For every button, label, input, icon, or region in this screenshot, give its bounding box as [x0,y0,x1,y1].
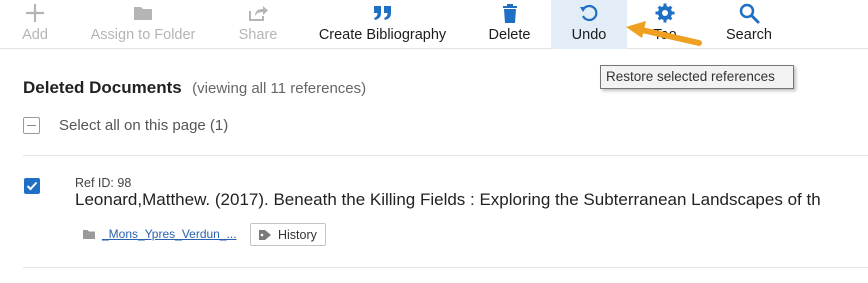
share-icon [233,2,283,24]
tooltip: Restore selected references [600,65,794,89]
share-label: Share [238,27,278,43]
tag-icon [259,229,271,240]
checkbox-checked-icon [26,181,38,191]
share-button[interactable]: Share [233,0,283,49]
divider [23,155,868,156]
toolbar: Add Assign to Folder Share Create Biblio… [0,0,868,49]
assign-to-folder-label: Assign to Folder [90,27,196,43]
divider [23,267,868,268]
folder-link[interactable]: _Mons_Ypres_Verdun_... [82,227,237,241]
plus-icon [12,2,58,24]
folder-name[interactable]: _Mons_Ypres_Verdun_... [102,227,237,241]
tag-history[interactable]: History [250,223,326,246]
search-label: Search [726,27,772,43]
delete-label: Delete [488,27,531,43]
search-icon [720,2,778,24]
page-title: Deleted Documents [23,78,182,97]
select-all-row: Select all on this page (1) [23,117,228,134]
arrow-annotation-icon [626,21,702,46]
delete-button[interactable]: Delete [481,0,538,49]
create-bibliography-button[interactable]: Create Bibliography [314,0,451,49]
assign-to-folder-button[interactable]: Assign to Folder [85,0,201,49]
folder-small-icon [83,230,95,239]
undo-label: Undo [571,27,607,43]
quote-icon [314,2,451,24]
folder-icon [85,2,201,24]
reference-count: (viewing all 11 references) [192,80,367,97]
reference-checkbox[interactable] [24,178,40,194]
select-all-label[interactable]: Select all on this page (1) [59,117,228,134]
add-label: Add [22,27,48,43]
add-button[interactable]: Add [12,0,58,49]
ref-id: Ref ID: 98 [75,176,132,190]
tag-label: History [278,227,317,242]
page-title-row: Deleted Documents (viewing all 11 refere… [23,78,366,98]
search-button[interactable]: Search [720,0,778,49]
create-bibliography-label: Create Bibliography [318,27,447,43]
undo-icon [551,2,627,24]
reference-title[interactable]: Leonard,Matthew. (2017). Beneath the Kil… [75,190,821,210]
select-all-checkbox[interactable] [23,117,40,134]
trash-icon [481,2,538,24]
undo-button[interactable]: Undo [551,0,627,49]
